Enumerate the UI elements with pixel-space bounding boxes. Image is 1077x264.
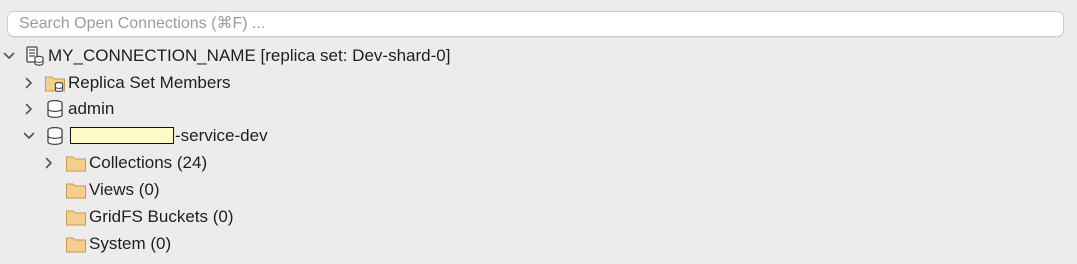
database-name-suffix: -service-dev [175,126,268,145]
tree-item-label: admin [68,99,115,118]
tree-item-label: Collections (24) [89,153,208,172]
chevron-down-icon[interactable] [0,47,18,65]
folder-icon [65,233,87,255]
tree-item-label: GridFS Buckets (0) [89,207,234,226]
database-icon [44,125,66,147]
folder-database-icon [44,72,66,94]
chevron-right-icon[interactable] [40,154,58,172]
tree-item-views[interactable]: Views (0) [0,177,1077,203]
chevron-right-icon[interactable] [20,100,38,118]
chevron-right-icon[interactable] [20,74,38,92]
redaction-box [70,127,174,144]
tree-item-collections[interactable]: Collections (24) [0,150,1077,176]
tree-item-gridfs-buckets[interactable]: GridFS Buckets (0) [0,204,1077,230]
server-connection-icon [24,45,46,67]
tree-item-replica-set-members[interactable]: Replica Set Members [0,70,1077,96]
chevron-down-icon[interactable] [20,127,38,145]
folder-icon [65,152,87,174]
tree-item-label: Views (0) [89,180,160,199]
tree-item-connection[interactable]: MY_CONNECTION_NAME [replica set: Dev-sha… [0,43,1077,69]
tree-item-label: System (0) [89,234,172,253]
tree-item-system[interactable]: System (0) [0,231,1077,257]
tree-item-label: -service-dev [70,126,268,146]
search-box[interactable] [7,11,1064,37]
tree-item-service-dev[interactable]: -service-dev [0,123,1077,149]
search-input[interactable] [8,12,1063,36]
database-icon [44,98,66,120]
folder-icon [65,206,87,228]
tree-item-admin[interactable]: admin [0,96,1077,122]
tree-item-label: MY_CONNECTION_NAME [replica set: Dev-sha… [48,46,451,65]
tree-item-label: Replica Set Members [68,73,231,92]
folder-icon [65,179,87,201]
